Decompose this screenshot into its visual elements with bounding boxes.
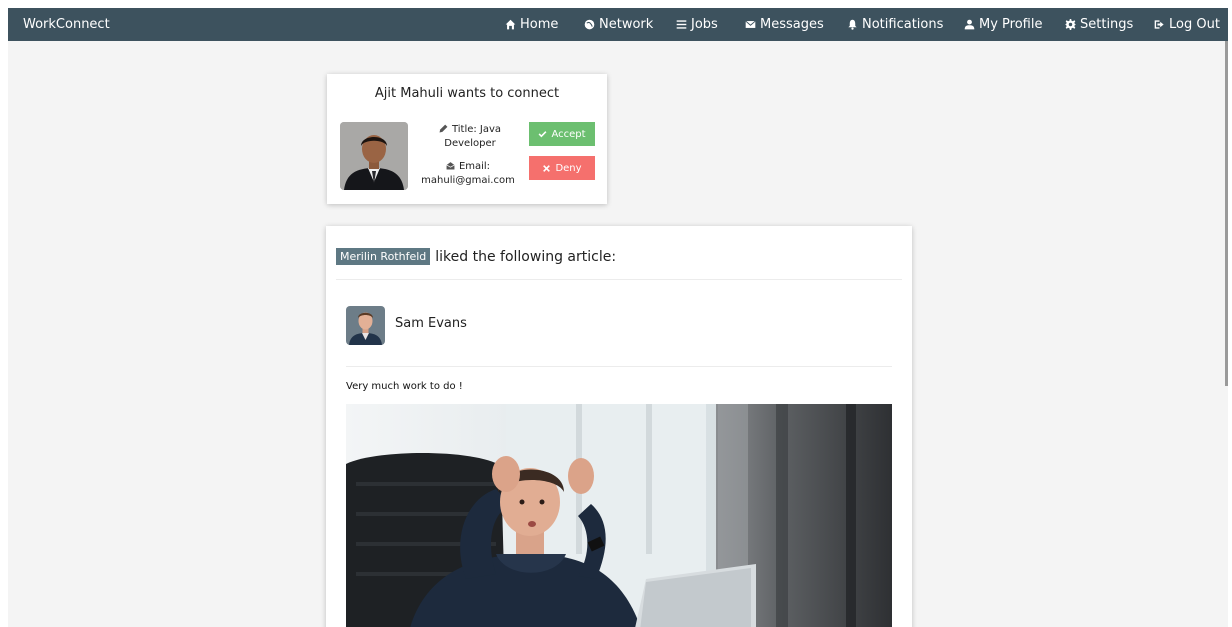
- activity-text: liked the following article:: [435, 248, 617, 265]
- check-icon: [539, 130, 547, 137]
- logout-icon: [1154, 20, 1164, 29]
- nav-settings[interactable]: Settings: [1065, 17, 1133, 32]
- list-icon: [676, 20, 687, 29]
- globe-icon: [584, 19, 595, 30]
- connection-request-title: Ajit Mahuli wants to connect: [374, 86, 560, 101]
- email-detail-text: Email: mahuli@gmai.com: [421, 161, 515, 186]
- connection-request-card: Ajit Mahuli wants to connect Title: Java…: [327, 74, 607, 204]
- avatar-ajit-mahuli: [340, 122, 408, 190]
- page-frame: WorkConnect Home Network Jobs Messages N…: [8, 8, 1228, 627]
- nav-log-out-label: Log Out: [1169, 17, 1220, 32]
- post-author-name[interactable]: Sam Evans: [395, 316, 467, 331]
- user-icon: [964, 19, 975, 30]
- gear-icon: [1065, 19, 1076, 30]
- title-detail-text: Title: Java Developer: [444, 124, 502, 149]
- activity-feed-card: Merilin Rothfeld liked the following art…: [326, 226, 912, 627]
- post-text: Very much work to do !: [346, 381, 463, 392]
- envelope-open-icon: [446, 162, 455, 170]
- nav-log-out[interactable]: Log Out: [1154, 17, 1220, 32]
- activity-header: Merilin Rothfeld liked the following art…: [336, 248, 616, 265]
- nav-my-profile[interactable]: My Profile: [964, 17, 1042, 32]
- post-image: [346, 404, 892, 627]
- nav-messages-label: Messages: [760, 17, 824, 32]
- brand-link[interactable]: WorkConnect: [23, 17, 110, 32]
- avatar-sam-evans[interactable]: [346, 306, 385, 345]
- nav-jobs-label: Jobs: [691, 17, 718, 32]
- accept-button[interactable]: Accept: [529, 122, 595, 146]
- liker-name-badge[interactable]: Merilin Rothfeld: [336, 248, 431, 265]
- bell-icon: [848, 19, 857, 30]
- nav-jobs[interactable]: Jobs: [676, 17, 718, 32]
- close-icon: [543, 164, 551, 172]
- home-icon: [505, 19, 516, 30]
- nav-settings-label: Settings: [1080, 17, 1134, 32]
- nav-messages[interactable]: Messages: [745, 17, 824, 32]
- email-detail: Email: mahuli@gmai.com: [418, 160, 518, 188]
- deny-button-label: Deny: [555, 162, 582, 174]
- nav-home[interactable]: Home: [505, 17, 558, 32]
- nav-network-label: Network: [599, 17, 654, 32]
- scrollbar-thumb[interactable]: [1225, 41, 1228, 386]
- accept-button-label: Accept: [551, 128, 586, 140]
- envelope-icon: [745, 20, 756, 28]
- nav-network[interactable]: Network: [584, 17, 653, 32]
- pencil-icon: [439, 124, 448, 133]
- top-navbar: WorkConnect Home Network Jobs Messages N…: [8, 8, 1228, 41]
- header-divider: [336, 279, 902, 280]
- author-divider: [346, 366, 892, 367]
- deny-button[interactable]: Deny: [529, 156, 595, 180]
- nav-my-profile-label: My Profile: [979, 17, 1043, 32]
- nav-notifications-label: Notifications: [862, 17, 944, 32]
- nav-home-label: Home: [520, 17, 559, 32]
- title-detail: Title: Java Developer: [420, 123, 520, 151]
- nav-notifications[interactable]: Notifications: [847, 17, 943, 32]
